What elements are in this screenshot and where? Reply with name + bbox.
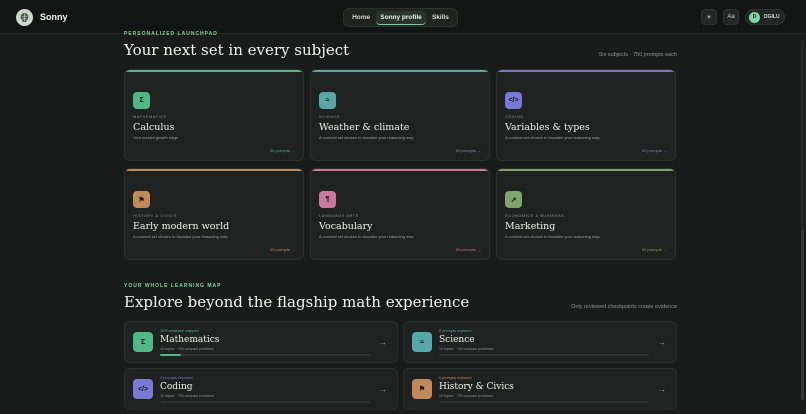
progress-track <box>160 354 370 356</box>
card-prompts-link[interactable]: 50 prompts → <box>270 247 295 252</box>
card-category: MATHEMATICS <box>133 115 167 119</box>
avatar: D <box>749 11 760 23</box>
card-description: A connect set chosen to broaden your rea… <box>319 135 414 140</box>
arrow-right-icon: → <box>379 385 387 394</box>
sigma-icon: Σ <box>133 92 150 109</box>
card-accent <box>497 169 675 171</box>
map-card-subtitle: 10 topics · 750 compact problems <box>160 347 214 351</box>
card-accent <box>125 169 303 171</box>
card-prompts-link[interactable]: 50 prompts → <box>456 247 481 252</box>
tab-home[interactable]: Home <box>348 11 374 24</box>
wave-icon: ≈ <box>319 92 336 109</box>
code-icon: </> <box>505 92 522 109</box>
flag-icon: ⚑ <box>412 379 432 399</box>
map-card-title: Coding <box>160 382 193 392</box>
card-description: A connect set chosen to broaden your rea… <box>133 234 228 239</box>
map-card-status: 0 prompts explored <box>160 376 193 380</box>
tab-skills[interactable]: Skills <box>428 11 453 24</box>
user-menu[interactable]: D DGILU <box>745 9 785 25</box>
progress-fill <box>160 354 181 356</box>
map-card-title: History & Civics <box>439 382 514 392</box>
launchpad-meta: Six subjects · 750 prompts each <box>598 52 677 58</box>
subject-card-calculus[interactable]: Σ MATHEMATICS Calculus Your current grow… <box>124 69 304 161</box>
card-category: ECONOMICS & BUSINESS <box>505 214 565 218</box>
card-accent <box>497 70 675 72</box>
subject-card-early-modern[interactable]: ⚑ HISTORY & CIVICS Early modern world A … <box>124 168 304 260</box>
learning-map-eyebrow: YOUR WHOLE LEARNING MAP <box>124 283 222 289</box>
map-card-subtitle: 10 topics · 750 compact problems <box>439 347 493 351</box>
map-card-history-civics[interactable]: ⚑ 0 prompts explored History & Civics 10… <box>403 368 677 410</box>
subject-card-weather[interactable]: ≈ SCIENCE Weather & climate A connect se… <box>310 69 490 161</box>
subject-card-vocabulary[interactable]: ¶ LANGUAGE ARTS Vocabulary A connect set… <box>310 168 490 260</box>
card-description: A connect set chosen to broaden your rea… <box>505 135 600 140</box>
card-title: Calculus <box>133 122 175 133</box>
map-card-science[interactable]: ≈ 0 prompts explored Science 10 topics ·… <box>403 321 677 363</box>
card-prompts-link[interactable]: 50 prompts → <box>642 148 667 153</box>
card-title: Early modern world <box>133 221 230 232</box>
launchpad-title: Your next set in every subject <box>124 41 350 59</box>
card-prompts-link[interactable]: 50 prompts → <box>642 247 667 252</box>
trend-icon: ↗ <box>505 191 522 208</box>
card-accent <box>311 70 489 72</box>
progress-track <box>439 354 649 356</box>
brain-logo-icon[interactable] <box>16 9 33 26</box>
card-title: Vocabulary <box>319 221 373 232</box>
card-accent <box>311 169 489 171</box>
top-bar: Sonny Home Sonny profile Skills ☀ Aa D D… <box>0 0 806 34</box>
sun-icon: ☀ <box>706 14 712 21</box>
map-card-status: 0 prompts explored <box>439 376 472 380</box>
card-title: Weather & climate <box>319 122 410 133</box>
subject-card-variables[interactable]: </> CODING Variables & types A connect s… <box>496 69 676 161</box>
progress-track <box>439 401 649 403</box>
arrow-right-icon: → <box>658 338 666 347</box>
card-prompts-link[interactable]: 50 prompts → <box>270 148 295 153</box>
subject-card-marketing[interactable]: ↗ ECONOMICS & BUSINESS Marketing A conne… <box>496 168 676 260</box>
map-card-status: 10% evidence mapped <box>160 329 199 333</box>
map-card-status: 0 prompts explored <box>439 329 472 333</box>
brand-name[interactable]: Sonny <box>40 12 68 22</box>
arrow-right-icon: → <box>379 338 387 347</box>
map-card-coding[interactable]: </> 0 prompts explored Coding 10 topics … <box>124 368 398 410</box>
map-card-subtitle: 10 topics · 750 compact problems <box>439 394 493 398</box>
theme-toggle-button[interactable]: ☀ <box>701 9 717 25</box>
scrollbar[interactable] <box>801 40 804 400</box>
map-card-mathematics[interactable]: Σ 10% evidence mapped Mathematics 10 top… <box>124 321 398 363</box>
card-description: A connect set chosen to broaden your rea… <box>319 234 414 239</box>
card-title: Variables & types <box>505 122 590 133</box>
progress-track <box>160 401 370 403</box>
card-description: Your current growth edge <box>133 135 178 140</box>
map-card-subtitle: 10 topics · 750 compact problems <box>160 394 214 398</box>
arrow-right-icon: → <box>658 385 666 394</box>
launchpad-eyebrow: PERSONALIZED LAUNCHPAD <box>124 31 218 37</box>
main-nav: Home Sonny profile Skills <box>343 8 458 27</box>
card-accent <box>125 70 303 72</box>
text-size-button[interactable]: Aa <box>723 9 739 25</box>
code-icon: </> <box>133 379 153 399</box>
map-card-title: Science <box>439 335 475 345</box>
card-category: LANGUAGE ARTS <box>319 214 359 218</box>
card-title: Marketing <box>505 221 556 232</box>
card-description: A connect set chosen to broaden your rea… <box>505 234 600 239</box>
user-name: DGILU <box>764 14 780 20</box>
learning-map-meta: Only reviewed checkpoints create evidenc… <box>571 304 677 310</box>
card-category: SCIENCE <box>319 115 341 119</box>
tab-sonny-profile[interactable]: Sonny profile <box>376 10 426 25</box>
map-card-title: Mathematics <box>160 335 220 345</box>
wave-icon: ≈ <box>412 332 432 352</box>
scrollbar-thumb[interactable] <box>801 230 804 400</box>
flag-icon: ⚑ <box>133 191 150 208</box>
learning-map-title: Explore beyond the flagship math experie… <box>124 293 470 311</box>
card-category: HISTORY & CIVICS <box>133 214 177 218</box>
sigma-icon: Σ <box>133 332 153 352</box>
card-category: CODING <box>505 115 524 119</box>
card-prompts-link[interactable]: 50 prompts → <box>456 148 481 153</box>
paragraph-icon: ¶ <box>319 191 336 208</box>
